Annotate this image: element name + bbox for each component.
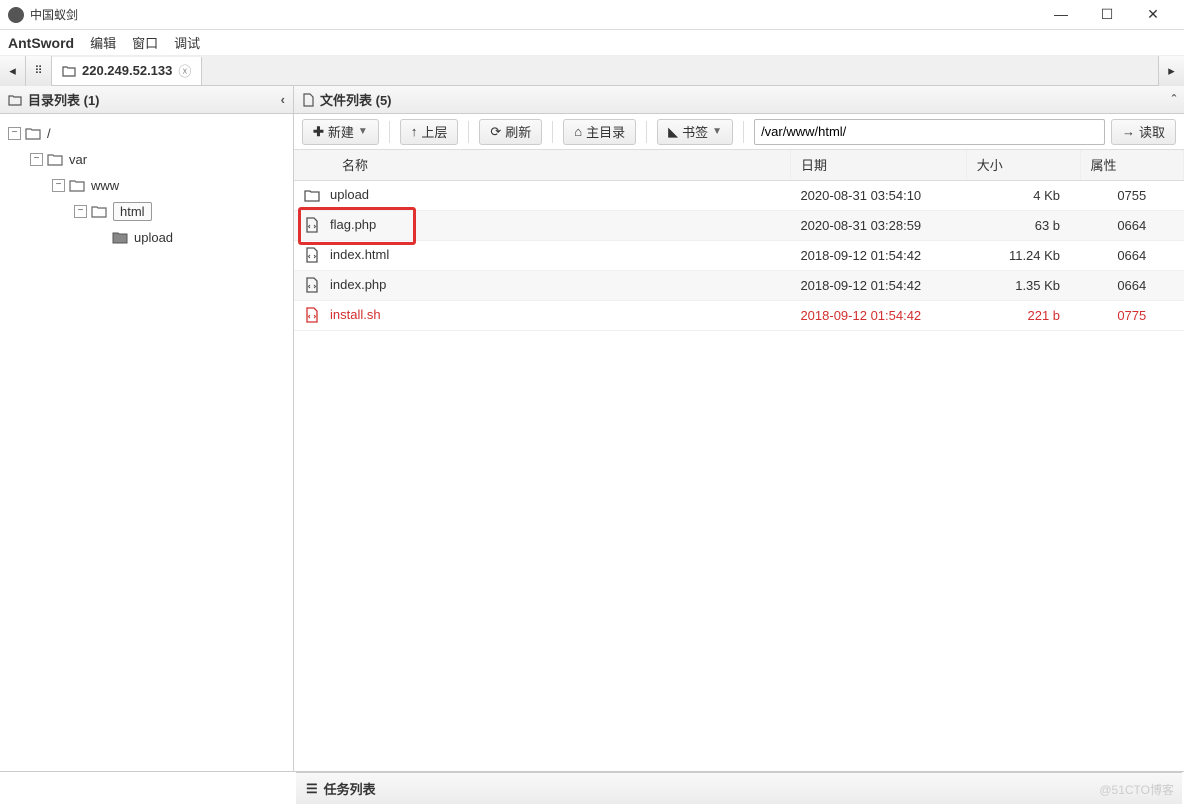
file-table: 名称 日期 大小 属性 upload2020-08-31 03:54:104 K… bbox=[294, 150, 1184, 771]
tree-label: var bbox=[69, 152, 87, 167]
col-name[interactable]: 名称 bbox=[294, 150, 790, 180]
separator bbox=[646, 121, 647, 143]
bookmark-icon: ◣ bbox=[668, 124, 678, 140]
arrow-right-icon: → bbox=[1122, 124, 1135, 139]
close-button[interactable]: ✕ bbox=[1130, 6, 1176, 23]
tabbar: ◂ ⠿ 220.249.52.133 ⓧ ▸ bbox=[0, 56, 1184, 86]
folder-icon bbox=[47, 153, 63, 166]
tree-toggle-icon[interactable]: − bbox=[8, 127, 21, 140]
dir-tree: − / − var − www − html upload bbox=[0, 114, 293, 256]
tree-node-upload[interactable]: upload bbox=[4, 224, 289, 250]
tree-toggle-icon[interactable]: − bbox=[30, 153, 43, 166]
maximize-button[interactable]: ☐ bbox=[1084, 6, 1130, 23]
app-icon bbox=[8, 7, 24, 23]
folder-icon bbox=[8, 94, 22, 106]
path-input[interactable] bbox=[754, 119, 1105, 145]
tab-close-icon[interactable]: ⓧ bbox=[178, 61, 191, 80]
menu-debug[interactable]: 调试 bbox=[174, 33, 200, 52]
watermark: @51CTO博客 bbox=[1099, 781, 1174, 798]
refresh-button[interactable]: ⟳ 刷新 bbox=[479, 119, 542, 145]
tree-label: / bbox=[47, 126, 51, 141]
collapse-left-icon[interactable]: ‹ bbox=[281, 92, 285, 107]
chevron-down-icon: ▼ bbox=[712, 126, 722, 137]
up-button[interactable]: ↑ 上层 bbox=[400, 119, 459, 145]
brand-menu[interactable]: AntSword bbox=[8, 35, 74, 51]
arrow-up-icon: ↑ bbox=[411, 124, 418, 139]
dir-list-title: 目录列表 (1) bbox=[28, 90, 100, 109]
code-icon bbox=[304, 277, 320, 293]
tab-label: 220.249.52.133 bbox=[82, 63, 172, 78]
tab-next-button[interactable]: ▸ bbox=[1158, 56, 1184, 86]
home-icon: ⌂ bbox=[574, 124, 582, 139]
task-label: 任务列表 bbox=[324, 779, 376, 798]
table-row[interactable]: index.php2018-09-12 01:54:421.35 Kb0664 bbox=[294, 270, 1184, 300]
tree-node-var[interactable]: − var bbox=[4, 146, 289, 172]
col-attr[interactable]: 属性 bbox=[1080, 150, 1183, 180]
file-toolbar: ✚ 新建 ▼ ↑ 上层 ⟳ 刷新 ⌂ 主目录 ◣ 书签 bbox=[294, 114, 1184, 150]
separator bbox=[389, 121, 390, 143]
tree-label: html bbox=[120, 204, 145, 219]
file-list-title: 文件列表 (5) bbox=[320, 90, 392, 109]
window-title: 中国蚁剑 bbox=[30, 6, 1038, 23]
right-panel: 文件列表 (5) ˆ ✚ 新建 ▼ ↑ 上层 ⟳ 刷新 ⌂ 主目录 bbox=[294, 86, 1184, 771]
chevron-down-icon: ▼ bbox=[358, 126, 368, 137]
refresh-icon: ⟳ bbox=[490, 124, 501, 140]
collapse-right-icon[interactable]: ˆ bbox=[1172, 92, 1176, 107]
col-date[interactable]: 日期 bbox=[790, 150, 966, 180]
folder-icon bbox=[62, 65, 76, 77]
tab-prev-button[interactable]: ◂ bbox=[0, 56, 26, 86]
new-button[interactable]: ✚ 新建 ▼ bbox=[302, 119, 379, 145]
tree-toggle-icon[interactable]: − bbox=[74, 205, 87, 218]
taskbar[interactable]: ☰ 任务列表 bbox=[296, 772, 1182, 804]
separator bbox=[468, 121, 469, 143]
menu-window[interactable]: 窗口 bbox=[132, 33, 158, 52]
folder-icon bbox=[69, 179, 85, 192]
table-row[interactable]: flag.php2020-08-31 03:28:5963 b0664 bbox=[294, 210, 1184, 240]
read-button[interactable]: → 读取 bbox=[1111, 119, 1176, 145]
menu-edit[interactable]: 编辑 bbox=[90, 33, 116, 52]
code-icon bbox=[304, 217, 320, 233]
dir-list-header: 目录列表 (1) ‹ bbox=[0, 86, 293, 114]
separator bbox=[743, 121, 744, 143]
window-controls: — ☐ ✕ bbox=[1038, 6, 1176, 23]
script-icon bbox=[304, 307, 320, 323]
folder-icon bbox=[25, 127, 41, 140]
titlebar: 中国蚁剑 — ☐ ✕ bbox=[0, 0, 1184, 30]
plus-icon: ✚ bbox=[313, 124, 324, 140]
folder-icon bbox=[112, 231, 128, 244]
code-icon bbox=[304, 247, 320, 263]
home-grid-button[interactable]: ⠿ bbox=[26, 56, 52, 86]
tree-toggle-icon[interactable]: − bbox=[52, 179, 65, 192]
tree-label: upload bbox=[134, 230, 173, 245]
list-icon: ☰ bbox=[306, 781, 318, 797]
tab-active[interactable]: 220.249.52.133 ⓧ bbox=[52, 57, 202, 85]
table-row[interactable]: upload2020-08-31 03:54:104 Kb0755 bbox=[294, 180, 1184, 210]
table-row[interactable]: install.sh2018-09-12 01:54:42221 b0775 bbox=[294, 300, 1184, 330]
home-button[interactable]: ⌂ 主目录 bbox=[563, 119, 636, 145]
folder-icon bbox=[304, 189, 320, 203]
minimize-button[interactable]: — bbox=[1038, 6, 1084, 23]
separator bbox=[552, 121, 553, 143]
tree-node-html[interactable]: − html bbox=[4, 198, 289, 224]
menubar: AntSword 编辑 窗口 调试 bbox=[0, 30, 1184, 56]
left-panel: 目录列表 (1) ‹ − / − var − www − html bbox=[0, 86, 294, 771]
bookmark-button[interactable]: ◣ 书签 ▼ bbox=[657, 119, 733, 145]
folder-icon bbox=[91, 205, 107, 218]
tree-node-root[interactable]: − / bbox=[4, 120, 289, 146]
file-list-header: 文件列表 (5) ˆ bbox=[294, 86, 1184, 114]
tree-node-www[interactable]: − www bbox=[4, 172, 289, 198]
tree-label: www bbox=[91, 178, 119, 193]
main: 目录列表 (1) ‹ − / − var − www − html bbox=[0, 86, 1184, 772]
table-row[interactable]: index.html2018-09-12 01:54:4211.24 Kb066… bbox=[294, 240, 1184, 270]
file-icon bbox=[302, 93, 314, 107]
col-size[interactable]: 大小 bbox=[966, 150, 1080, 180]
